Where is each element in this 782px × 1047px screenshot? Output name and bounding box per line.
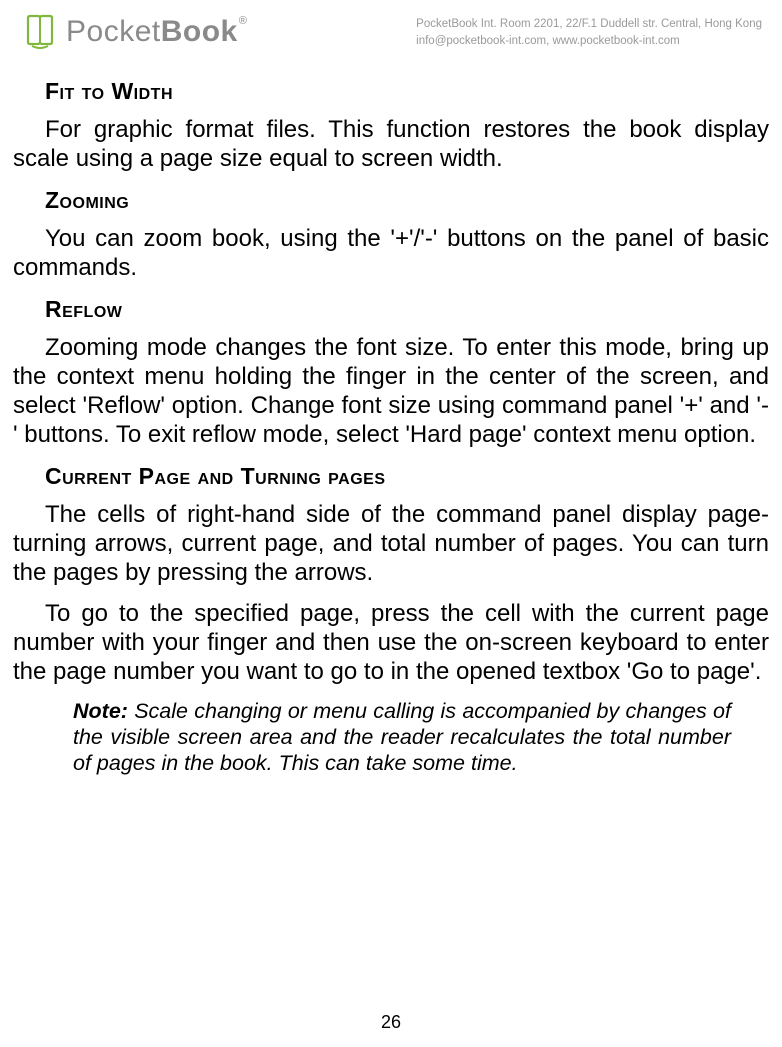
heading-current-page: Current Page and Turning pages [13,463,769,490]
heading-fit-to-width: Fit to Width [13,78,769,105]
page-number: 26 [0,1012,782,1033]
heading-reflow: Reflow [13,296,769,323]
heading-zooming: Zooming [13,187,769,214]
company-address: PocketBook Int. Room 2201, 22/F.1 Duddel… [416,16,762,33]
text-current-page-2: To go to the specified page, press the c… [13,599,769,686]
note-label: Note: [73,699,128,723]
company-info: PocketBook Int. Room 2201, 22/F.1 Duddel… [416,12,762,49]
page-header: PocketBook® PocketBook Int. Room 2201, 2… [0,0,782,58]
page-content: Fit to Width For graphic format files. T… [0,58,782,776]
note-block: Note: Scale changing or menu calling is … [13,698,769,776]
logo-text: PocketBook® [66,15,247,49]
text-fit-to-width: For graphic format files. This function … [13,115,769,173]
text-current-page-1: The cells of right-hand side of the comm… [13,500,769,587]
company-contact: info@pocketbook-int.com, www.pocketbook-… [416,33,762,50]
logo: PocketBook® [20,12,247,52]
logo-icon [20,12,60,52]
text-reflow: Zooming mode changes the font size. To e… [13,333,769,449]
text-zooming: You can zoom book, using the '+'/'-' but… [13,224,769,282]
note-text: Scale changing or menu calling is accomp… [73,699,731,775]
